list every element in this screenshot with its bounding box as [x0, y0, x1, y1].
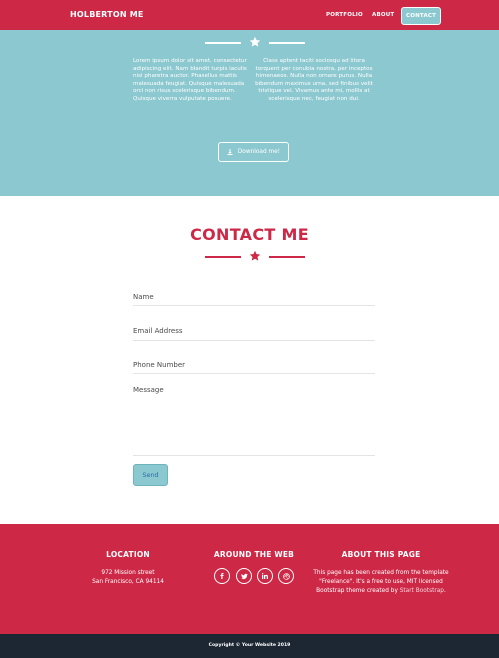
location-line-2: San Francisco, CA 94114 — [92, 579, 164, 585]
navbar: HOLBERTON ME PORTFOLIO ABOUT CONTACT — [0, 0, 499, 30]
download-button[interactable]: Download me! — [218, 142, 289, 162]
about-page-text-end: . — [443, 588, 446, 594]
about-divider — [205, 36, 305, 48]
email-input[interactable] — [133, 327, 375, 335]
name-field — [133, 284, 375, 306]
dribbble-icon — [282, 572, 290, 580]
contact-divider — [205, 250, 305, 262]
download-icon — [227, 148, 233, 155]
phone-input[interactable] — [133, 361, 375, 369]
location-line-1: 972 Mission street — [101, 570, 155, 576]
contact-title: CONTACT ME — [190, 225, 309, 244]
twitter-link[interactable] — [236, 568, 252, 584]
name-input[interactable] — [133, 293, 375, 301]
about-section — [0, 30, 499, 196]
linkedin-icon — [262, 573, 268, 579]
phone-field — [133, 352, 375, 374]
message-input[interactable] — [133, 386, 375, 450]
star-icon — [249, 250, 261, 261]
nav-link-about[interactable]: ABOUT — [372, 12, 394, 18]
about-page-text: This page has been created from the temp… — [306, 569, 456, 596]
nav-link-portfolio[interactable]: PORTFOLIO — [326, 12, 363, 18]
about-page-title: ABOUT THIS PAGE — [341, 550, 421, 559]
message-field — [133, 386, 375, 456]
brand-logo[interactable]: HOLBERTON ME — [70, 10, 144, 19]
dribbble-link[interactable] — [278, 568, 294, 584]
star-icon — [249, 36, 261, 47]
send-button[interactable]: Send — [133, 464, 168, 486]
facebook-link[interactable] — [214, 568, 230, 584]
start-bootstrap-link[interactable]: Start Bootstrap — [400, 588, 444, 594]
email-field — [133, 318, 375, 341]
about-text-right: Class aptent taciti sociosqu ad litora t… — [255, 58, 373, 102]
nav-link-contact[interactable]: CONTACT — [401, 7, 442, 25]
about-text-left: Lorem ipsum dolor sit amet, consectetur … — [133, 58, 247, 102]
facebook-icon — [220, 573, 224, 579]
copyright-bar: Copyright © Your Website 2019 — [0, 634, 499, 658]
twitter-icon — [240, 573, 248, 579]
download-button-label: Download me! — [237, 149, 281, 155]
linkedin-link[interactable] — [257, 568, 273, 584]
footer: LOCATION 972 Mission street San Francisc… — [0, 524, 499, 634]
